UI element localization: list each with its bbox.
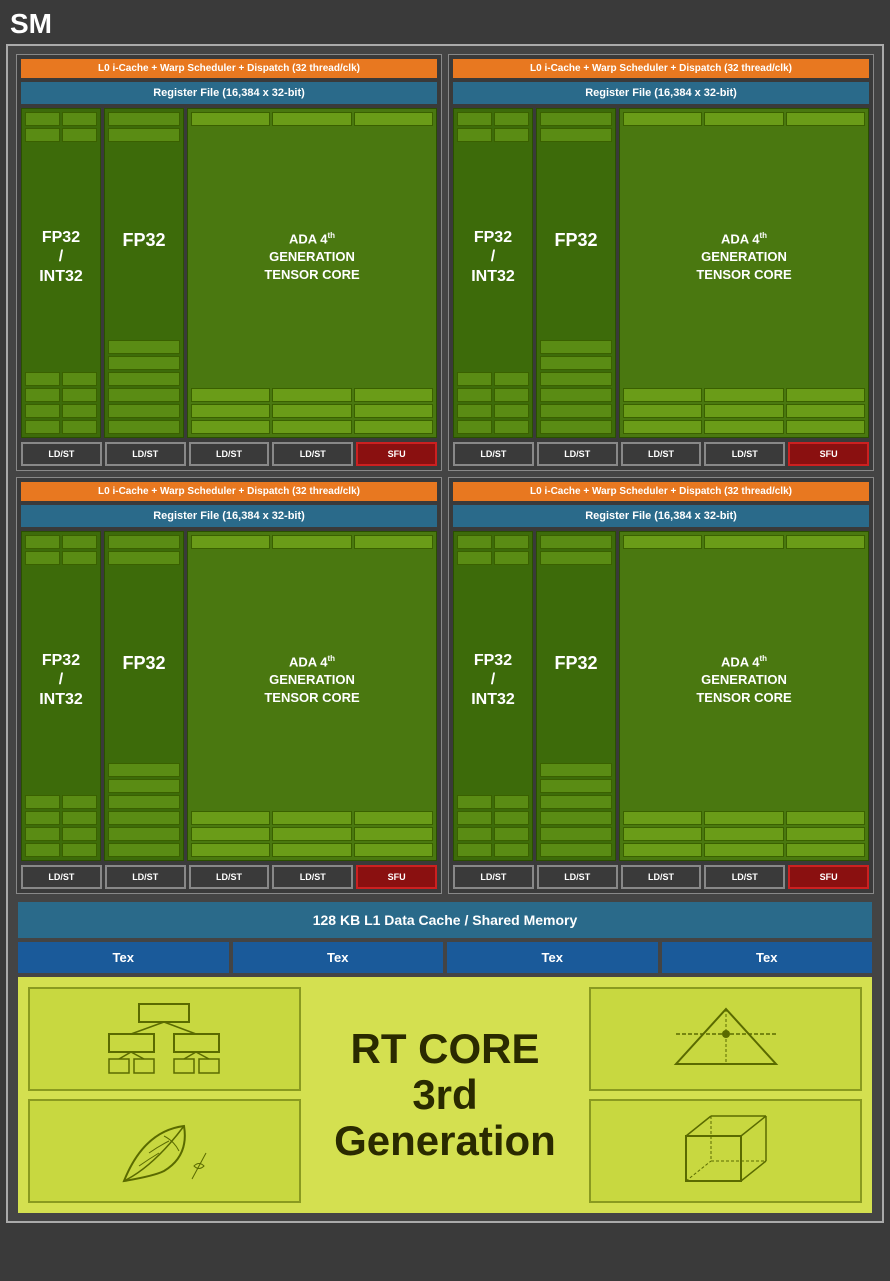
quadrant-4: L0 i-Cache + Warp Scheduler + Dispatch (… bbox=[448, 477, 874, 894]
bvh-diagram-icon bbox=[104, 999, 224, 1079]
fp32-int32-label-4: FP32 / INT32 bbox=[471, 651, 515, 709]
ldst-3-1: LD/ST bbox=[21, 865, 102, 889]
tensor-label-1: ADA 4thGENERATIONTENSOR CORE bbox=[264, 230, 359, 285]
ldst-4-2: LD/ST bbox=[537, 865, 618, 889]
rt-core-line2: 3rd Generation bbox=[309, 1072, 582, 1164]
box3d-diagram-box bbox=[589, 1099, 862, 1203]
warp-scheduler-3: L0 i-Cache + Warp Scheduler + Dispatch (… bbox=[21, 482, 437, 501]
ldst-3-2: LD/ST bbox=[105, 865, 186, 889]
ldst-3-4: LD/ST bbox=[272, 865, 353, 889]
ldst-4-4: LD/ST bbox=[704, 865, 785, 889]
tex-cell-4: Tex bbox=[662, 942, 873, 973]
sfu-4: SFU bbox=[788, 865, 869, 889]
triangle-diagram-icon bbox=[666, 999, 786, 1079]
ldst-2-1: LD/ST bbox=[453, 442, 534, 466]
fp32-label-3: FP32 bbox=[122, 653, 165, 675]
ldst-3-3: LD/ST bbox=[189, 865, 270, 889]
register-file-3: Register File (16,384 x 32-bit) bbox=[21, 505, 437, 527]
fp32-label-4: FP32 bbox=[554, 653, 597, 675]
tensor-label-2: ADA 4thGENERATIONTENSOR CORE bbox=[696, 230, 791, 285]
quadrant-2: L0 i-Cache + Warp Scheduler + Dispatch (… bbox=[448, 54, 874, 471]
leaf-diagram-icon bbox=[104, 1111, 224, 1191]
ldst-4-3: LD/ST bbox=[621, 865, 702, 889]
sfu-3: SFU bbox=[356, 865, 437, 889]
register-file-4: Register File (16,384 x 32-bit) bbox=[453, 505, 869, 527]
warp-scheduler-2: L0 i-Cache + Warp Scheduler + Dispatch (… bbox=[453, 59, 869, 78]
ldst-2-3: LD/ST bbox=[621, 442, 702, 466]
register-file-2: Register File (16,384 x 32-bit) bbox=[453, 82, 869, 104]
rt-core-label: RT CORE 3rd Generation bbox=[309, 987, 582, 1203]
ldst-1-4: LD/ST bbox=[272, 442, 353, 466]
fp32-int32-label-2: FP32 / INT32 bbox=[471, 228, 515, 286]
register-file-1: Register File (16,384 x 32-bit) bbox=[21, 82, 437, 104]
fp32-label-1: FP32 bbox=[122, 230, 165, 252]
quadrant-3: L0 i-Cache + Warp Scheduler + Dispatch (… bbox=[16, 477, 442, 894]
ldst-2-2: LD/ST bbox=[537, 442, 618, 466]
outer-border: L0 i-Cache + Warp Scheduler + Dispatch (… bbox=[6, 44, 884, 1223]
rt-core-line1: RT CORE bbox=[350, 1026, 539, 1072]
sfu-2: SFU bbox=[788, 442, 869, 466]
warp-scheduler-1: L0 i-Cache + Warp Scheduler + Dispatch (… bbox=[21, 59, 437, 78]
tex-cell-3: Tex bbox=[447, 942, 658, 973]
ldst-4-1: LD/ST bbox=[453, 865, 534, 889]
ldst-1-2: LD/ST bbox=[105, 442, 186, 466]
l1-cache-bar: 128 KB L1 Data Cache / Shared Memory bbox=[18, 902, 872, 938]
box3d-diagram-icon bbox=[666, 1111, 786, 1191]
ldst-1-3: LD/ST bbox=[189, 442, 270, 466]
tex-cell-2: Tex bbox=[233, 942, 444, 973]
quadrant-1: L0 i-Cache + Warp Scheduler + Dispatch (… bbox=[16, 54, 442, 471]
tensor-label-3: ADA 4thGENERATIONTENSOR CORE bbox=[264, 653, 359, 708]
sfu-1: SFU bbox=[356, 442, 437, 466]
tex-row: Tex Tex Tex Tex bbox=[18, 942, 872, 973]
tex-cell-1: Tex bbox=[18, 942, 229, 973]
ldst-2-4: LD/ST bbox=[704, 442, 785, 466]
sm-title: SM bbox=[0, 0, 890, 44]
ldst-1-1: LD/ST bbox=[21, 442, 102, 466]
rt-core-section: RT CORE 3rd Generation bbox=[18, 977, 872, 1213]
fp32-int32-label-3: FP32 / INT32 bbox=[39, 651, 83, 709]
fp32-int32-label-1: FP32 / INT32 bbox=[39, 228, 83, 286]
triangle-diagram-box-top bbox=[589, 987, 862, 1091]
warp-scheduler-4: L0 i-Cache + Warp Scheduler + Dispatch (… bbox=[453, 482, 869, 501]
fp32-label-2: FP32 bbox=[554, 230, 597, 252]
leaf-diagram-box bbox=[28, 1099, 301, 1203]
tensor-label-4: ADA 4thGENERATIONTENSOR CORE bbox=[696, 653, 791, 708]
bvh-diagram-box bbox=[28, 987, 301, 1091]
